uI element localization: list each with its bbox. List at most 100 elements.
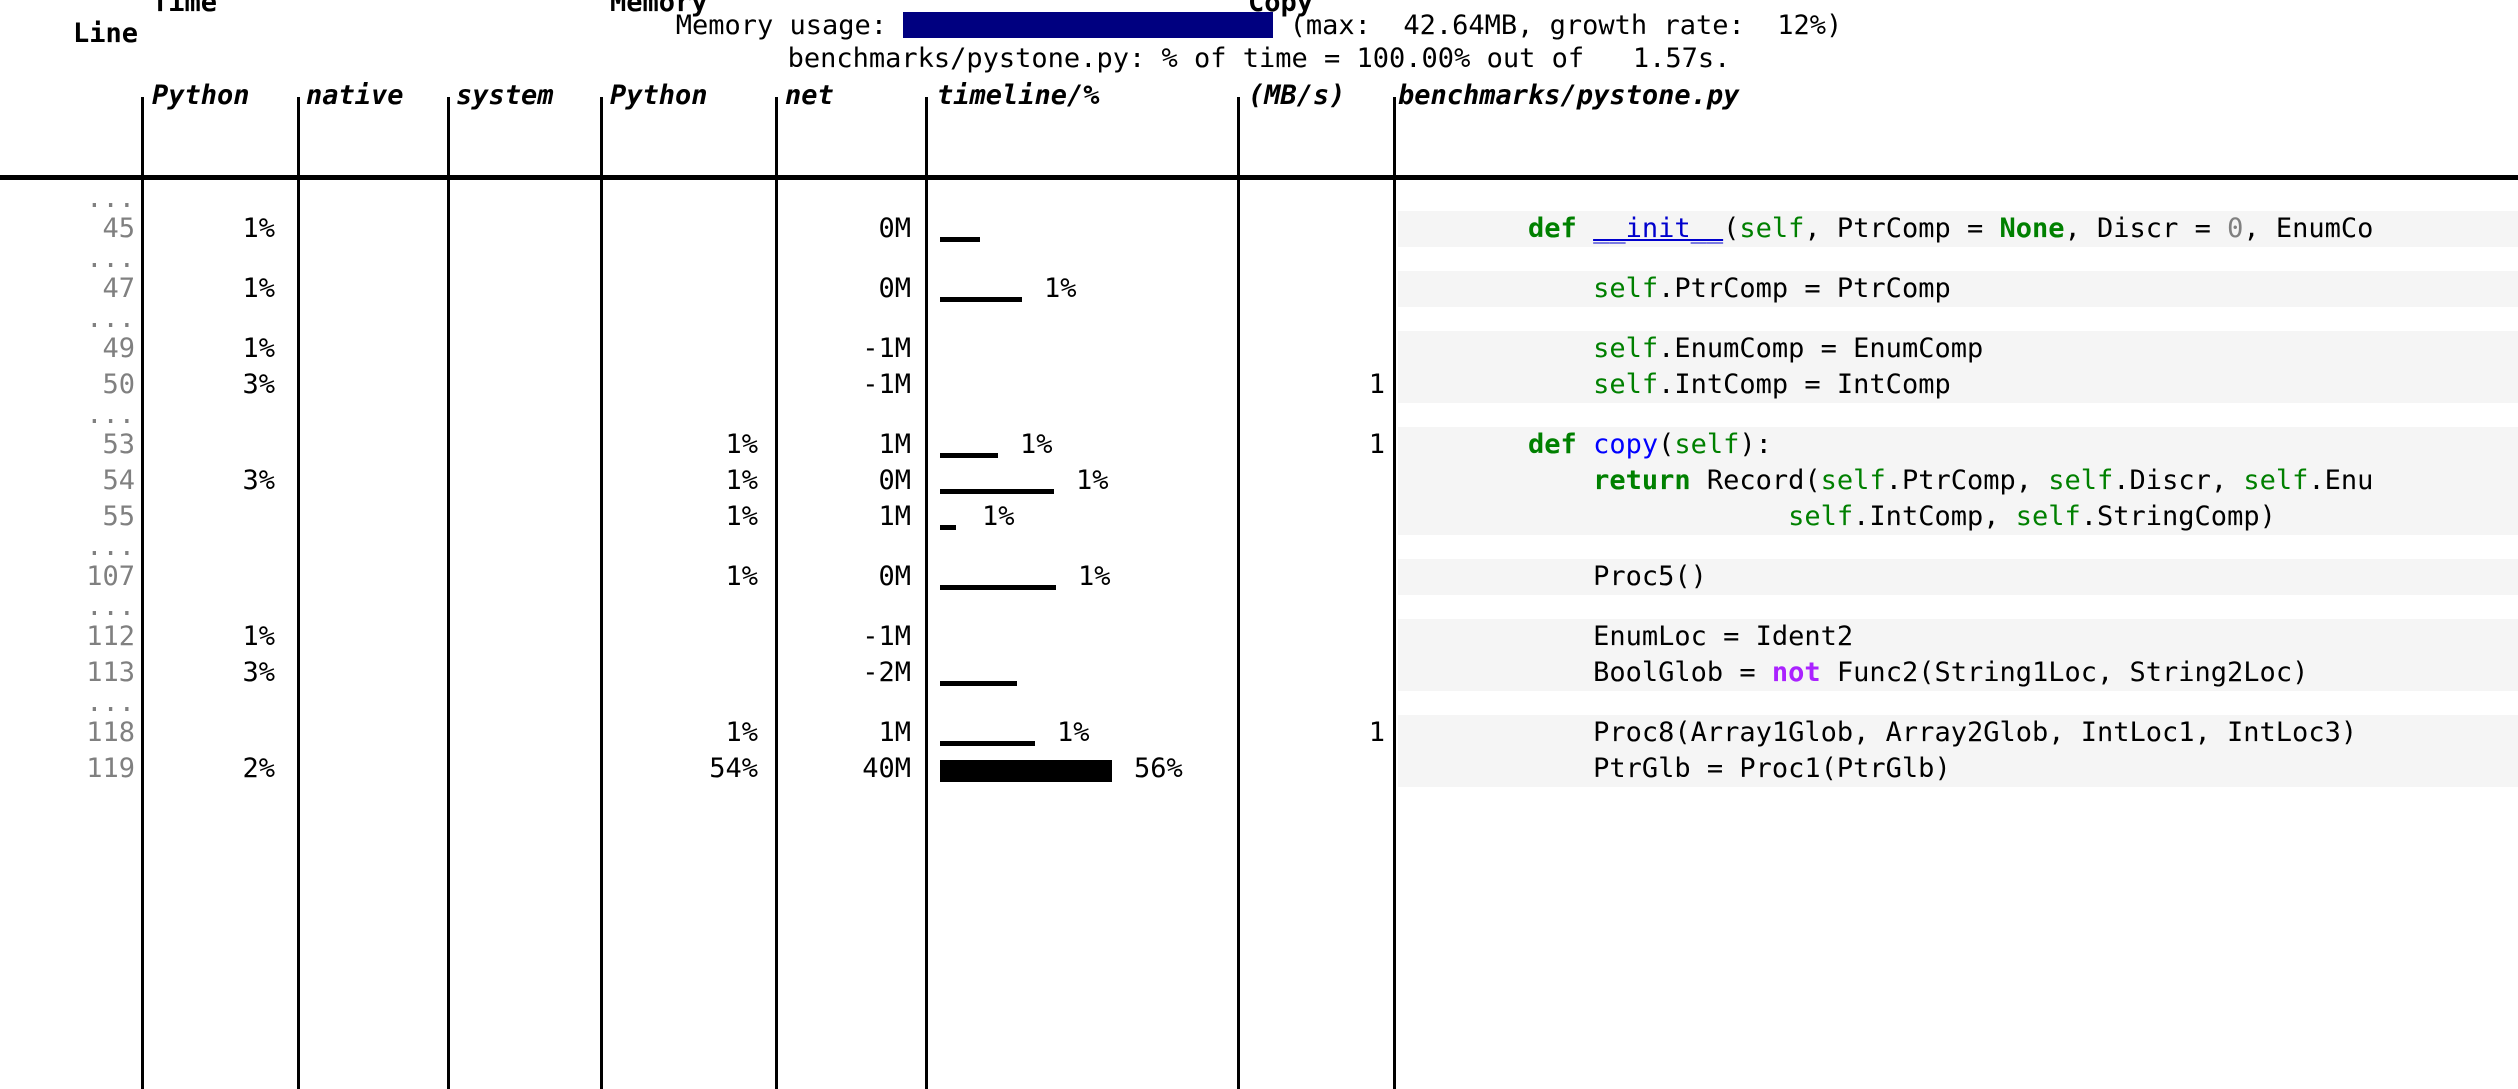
code-token: self (1788, 501, 1853, 532)
cell-source-code[interactable]: def __init__(self, PtrComp = None, Discr… (1398, 211, 2518, 247)
code-token (1398, 369, 1593, 400)
cell-memory-python: 1% (608, 499, 758, 535)
table-row[interactable]: 551%1M1% self.IntComp, self.StringComp) (0, 499, 2518, 535)
cell-line-number: 55 (30, 499, 135, 535)
cell-line-number: 49 (30, 331, 135, 367)
col-header-system: system (456, 0, 554, 173)
code-token: 0 (2227, 213, 2243, 244)
table-row[interactable]: 543%1%0M1% return Record(self.PtrComp, s… (0, 463, 2518, 499)
cell-time-python: 3% (150, 463, 275, 499)
line-gap-ellipsis: ... (30, 307, 135, 331)
table-row-ellipsis: ... (0, 535, 2518, 559)
code-token: Proc8(Array1Glob, Array2Glob, IntLoc1, I… (1593, 717, 2357, 748)
cell-source-code[interactable]: BoolGlob = not Func2(String1Loc, String2… (1398, 655, 2518, 691)
cell-source-code[interactable]: return Record(self.PtrComp, self.Discr, … (1398, 463, 2518, 499)
cell-net: 0M (783, 559, 911, 595)
cell-net: 1M (783, 427, 911, 463)
net-rule-icon (785, 0, 883, 18)
line-gap-ellipsis: ... (30, 595, 135, 619)
code-token: PtrGlb = Proc1(PtrGlb) (1593, 753, 1951, 784)
code-token: .Enu (2308, 465, 2373, 496)
code-token: .PtrComp, (1886, 465, 2049, 496)
table-row[interactable]: 503%-1M1 self.IntComp = IntComp (0, 367, 2518, 403)
cell-memory-python: 1% (608, 427, 758, 463)
timeline-label: 1% (1057, 715, 1090, 751)
timeline-bar (940, 585, 1056, 590)
code-token: None (2000, 213, 2065, 244)
code-token: copy (1593, 429, 1658, 460)
col-header-native: native (306, 0, 404, 173)
code-token (1398, 561, 1593, 592)
code-token: def (1528, 429, 1593, 460)
cell-source-code[interactable]: def copy(self): (1398, 427, 2518, 463)
table-row[interactable]: 112 1% -1M EnumLoc = Ident2 (0, 619, 2518, 655)
timeline-bar (940, 760, 1112, 782)
code-token (1398, 465, 1593, 496)
code-token (1398, 213, 1528, 244)
cell-line-number: 119 (30, 751, 135, 787)
table-row-ellipsis: ... (0, 691, 2518, 715)
timeline-bar (940, 453, 998, 458)
code-token: ( (1658, 429, 1674, 460)
table-row[interactable]: 1071%0M1% Proc5() (0, 559, 2518, 595)
cell-source-code[interactable]: PtrGlb = Proc1(PtrGlb) (1398, 751, 2518, 787)
timeline-label: 1% (1076, 463, 1109, 499)
table-row[interactable]: 531%1M11% def copy(self): (0, 427, 2518, 463)
cell-source-code[interactable]: self.PtrComp = PtrComp (1398, 271, 2518, 307)
code-token: self (1674, 429, 1739, 460)
cell-copy: 1 (1245, 715, 1385, 751)
cell-time-python: 3% (150, 367, 275, 403)
cell-source-code[interactable]: self.EnumComp = EnumComp (1398, 331, 2518, 367)
code-token: , EnumCo (2243, 213, 2373, 244)
cell-source-code[interactable]: self.IntComp, self.StringComp) (1398, 499, 2518, 535)
table-row[interactable]: 491%-1M self.EnumComp = EnumComp (0, 331, 2518, 367)
code-token: self (1593, 333, 1658, 364)
timeline-label: 1% (1044, 271, 1077, 307)
code-token: EnumLoc = Ident2 (1593, 621, 1853, 652)
cell-line-number: 112 (30, 619, 135, 655)
cell-net: -1M (783, 367, 911, 403)
timeline-bar (940, 297, 1022, 302)
table-row[interactable]: 471%0M1% self.PtrComp = PtrComp (0, 271, 2518, 307)
table-row-ellipsis: ... (0, 187, 2518, 211)
cell-line-number: 118 (30, 715, 135, 751)
cell-source-code[interactable]: self.IntComp = IntComp (1398, 367, 2518, 403)
cell-line-number: 47 (30, 271, 135, 307)
code-token: self (2016, 501, 2081, 532)
code-token: , Discr = (2065, 213, 2228, 244)
table-row[interactable]: 1181%1M11% Proc8(Array1Glob, Array2Glob,… (0, 715, 2518, 751)
code-token: Func2(String1Loc, String2Loc) (1837, 657, 2308, 688)
code-token: , PtrComp = (1804, 213, 1999, 244)
line-gap-ellipsis: ... (30, 691, 135, 715)
code-token: .Discr, (2113, 465, 2243, 496)
code-token (1398, 621, 1593, 652)
cell-time-python: 1% (150, 619, 275, 655)
cell-net: -1M (783, 619, 911, 655)
cell-source-code[interactable]: EnumLoc = Ident2 (1398, 619, 2518, 655)
cell-line-number: 107 (30, 559, 135, 595)
cell-memory-python: 54% (608, 751, 758, 787)
col-header-source: benchmarks/pystone.py (1398, 0, 1739, 173)
code-token (1398, 753, 1593, 784)
cell-source-code[interactable]: Proc5() (1398, 559, 2518, 595)
table-row[interactable]: 451%0M def __init__(self, PtrComp = None… (0, 211, 2518, 247)
code-token: self (1739, 213, 1804, 244)
cell-line-number: 54 (30, 463, 135, 499)
table-row[interactable]: 1192%54%40M56% PtrGlb = Proc1(PtrGlb) (0, 751, 2518, 787)
cell-memory-python: 1% (608, 715, 758, 751)
code-token: ): (1739, 429, 1772, 460)
cell-source-code[interactable]: Proc8(Array1Glob, Array2Glob, IntLoc1, I… (1398, 715, 2518, 751)
cell-time-python: 2% (150, 751, 275, 787)
table-row-ellipsis: ... (0, 247, 2518, 271)
col-header-net: net (785, 0, 883, 173)
timeline-label: 1% (1020, 427, 1053, 463)
code-token: self (2048, 465, 2113, 496)
cell-line-number: 53 (30, 427, 135, 463)
code-token (1398, 717, 1593, 748)
profile-table: Line Time Python native system Memory Py… (0, 89, 2518, 787)
cell-net: 0M (783, 271, 911, 307)
table-row[interactable]: 1133%-2M BoolGlob = not Func2(String1Loc… (0, 655, 2518, 691)
cell-line-number: 45 (30, 211, 135, 247)
code-token (1398, 501, 1788, 532)
cell-net: 40M (783, 751, 911, 787)
